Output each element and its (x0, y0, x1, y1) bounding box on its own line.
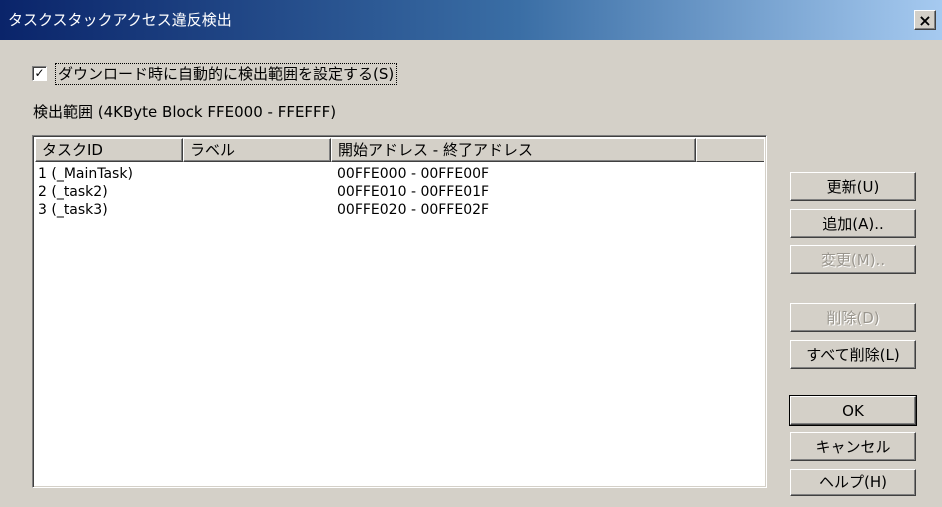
column-header-task-id[interactable]: タスクID (35, 138, 183, 162)
address-range-cell: 00FFE010 - 00FFE01F (337, 184, 490, 200)
title-bar[interactable]: タスクスタックアクセス違反検出 × (0, 0, 942, 40)
task-id-cell: 2 (_task2) (38, 184, 108, 200)
address-range-cell: 00FFE020 - 00FFE02F (337, 202, 490, 218)
cancel-button[interactable]: キャンセル (790, 432, 916, 461)
column-header-empty (696, 138, 764, 162)
task-id-cell: 1 (_MainTask) (38, 166, 133, 182)
task-id-cell: 3 (_task3) (38, 202, 108, 218)
task-list[interactable]: タスクID ラベル 開始アドレス - 終了アドレス 1 (_MainTask) … (32, 135, 767, 488)
task-list-header: タスクID ラベル 開始アドレス - 終了アドレス (35, 138, 764, 162)
check-mark-icon: ✓ (34, 66, 45, 80)
add-button[interactable]: 追加(A).. (790, 209, 916, 238)
window-title: タスクスタックアクセス違反検出 (8, 11, 232, 29)
ok-button[interactable]: OK (789, 395, 917, 426)
address-range-cell: 00FFE000 - 00FFE00F (337, 166, 490, 182)
auto-range-checkbox[interactable]: ✓ (32, 66, 47, 81)
auto-range-checkbox-label[interactable]: ダウンロード時に自動的に検出範囲を設定する(S) (54, 63, 398, 85)
update-button[interactable]: 更新(U) (790, 172, 916, 201)
close-button[interactable]: × (914, 10, 936, 30)
close-icon: × (918, 11, 932, 30)
task-stack-access-violation-dialog: タスクスタックアクセス違反検出 × ✓ ダウンロード時に自動的に検出範囲を設定す… (0, 0, 942, 507)
column-header-label[interactable]: ラベル (183, 138, 331, 162)
delete-all-button[interactable]: すべて削除(L) (790, 340, 916, 369)
column-header-address-range[interactable]: 開始アドレス - 終了アドレス (331, 138, 696, 162)
delete-button[interactable]: 削除(D) (790, 303, 916, 332)
help-button[interactable]: ヘルプ(H) (790, 469, 916, 496)
change-button[interactable]: 変更(M).. (790, 245, 916, 274)
detection-range-label: 検出範囲 (4KByte Block FFE000 - FFEFFF) (33, 103, 337, 121)
